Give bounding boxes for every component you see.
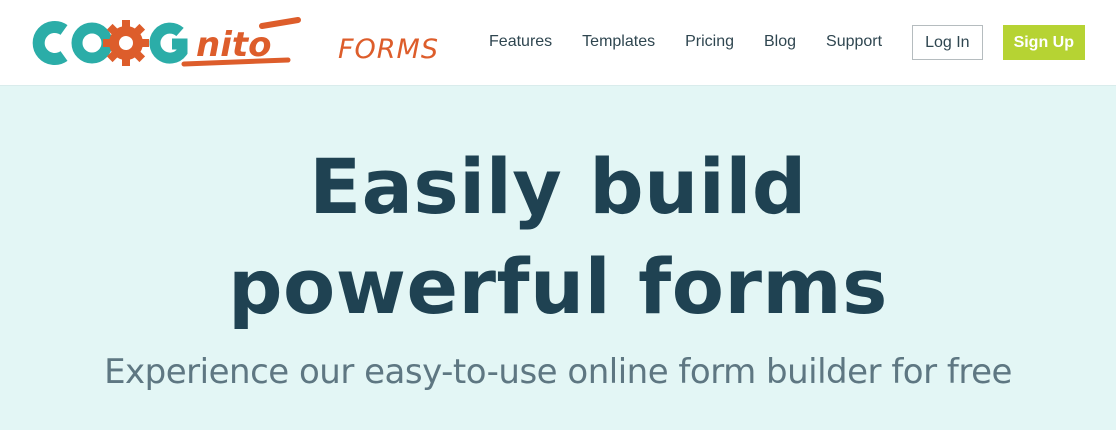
hero-title-line-1: Easily build — [309, 142, 807, 231]
cognito-forms-logo[interactable]: nito FORMS — [26, 8, 438, 78]
nav-blog-link[interactable]: Blog — [764, 33, 796, 51]
site-header: nito FORMS Features Templates Pricing Bl… — [0, 0, 1116, 86]
hero-subtitle: Experience our easy-to-use online form b… — [104, 352, 1012, 392]
nav-pricing-link[interactable]: Pricing — [685, 33, 734, 51]
cognito-logo-graphic: nito — [32, 17, 301, 67]
main-nav: Features Templates Pricing Blog Support … — [489, 24, 1085, 60]
nav-support-link[interactable]: Support — [826, 33, 882, 51]
nav-features-link[interactable]: Features — [489, 33, 552, 51]
hero-section: Easily build powerful forms Experience o… — [0, 87, 1116, 430]
hero-title-line-2: powerful forms — [228, 242, 888, 331]
logo-wordmark: FORMS — [338, 34, 439, 65]
login-button[interactable]: Log In — [912, 24, 983, 60]
hero-title: Easily build powerful forms — [0, 137, 1116, 337]
signup-button[interactable]: Sign Up — [1002, 24, 1085, 60]
nav-templates-link[interactable]: Templates — [582, 33, 655, 51]
